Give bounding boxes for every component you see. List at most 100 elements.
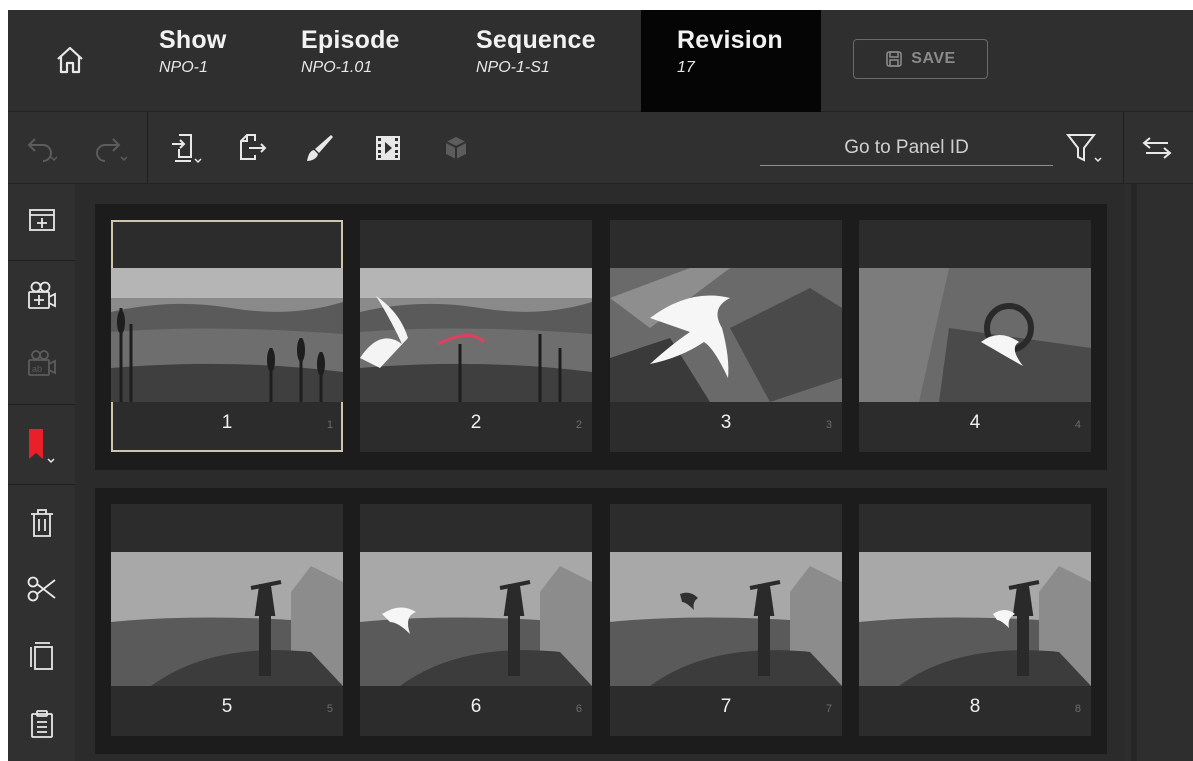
toolbar <box>8 112 1193 184</box>
filter-icon <box>1065 134 1102 163</box>
panel-number: 7 <box>720 696 732 717</box>
home-icon <box>57 46 83 74</box>
undo-button[interactable] <box>22 128 62 168</box>
toolbar-divider <box>147 112 148 184</box>
panel-thumbnail <box>859 552 1091 686</box>
add-panel-button[interactable] <box>8 190 75 250</box>
panel-index: 4 <box>1074 419 1081 431</box>
home-button[interactable] <box>42 32 98 88</box>
breadcrumb-label: Sequence <box>476 26 596 54</box>
sidebar-divider <box>8 404 75 405</box>
breadcrumb-label: Show <box>159 26 227 54</box>
cut-button[interactable] <box>8 559 75 619</box>
cube-icon <box>445 137 467 159</box>
panel-thumbnail <box>859 268 1091 402</box>
filter-button[interactable] <box>1064 128 1104 168</box>
bookmark-icon <box>28 429 55 464</box>
breadcrumb-label: Revision <box>677 26 783 54</box>
panel-header <box>859 504 1091 552</box>
panel-number: 3 <box>720 412 732 433</box>
panel-card[interactable]: 6 6 <box>360 504 592 736</box>
panel-thumbnail <box>360 552 592 686</box>
panel-index: 8 <box>1074 703 1081 715</box>
panel-index: 3 <box>825 419 832 431</box>
scrollbar[interactable] <box>1131 184 1137 761</box>
redo-button[interactable] <box>90 128 130 168</box>
add-camera-icon <box>27 281 56 309</box>
panel-number: 1 <box>221 412 233 433</box>
scissors-icon <box>27 576 56 602</box>
panel-header <box>360 504 592 552</box>
toolbar-divider <box>1123 112 1124 184</box>
breadcrumb-sequence[interactable]: Sequence NPO-1-S1 <box>476 26 596 96</box>
copy-icon <box>29 642 53 670</box>
panel-card[interactable]: 2 2 <box>360 220 592 452</box>
goto-panel-input[interactable] <box>760 130 1053 166</box>
panel-header <box>859 220 1091 268</box>
breadcrumb-value: NPO-1-S1 <box>476 59 550 76</box>
breadcrumb-episode[interactable]: Episode NPO-1.01 <box>301 26 400 96</box>
import-button[interactable] <box>166 128 206 168</box>
top-bar: Show NPO-1 Episode NPO-1.01 Sequence NPO… <box>8 10 1193 112</box>
film-icon <box>376 136 400 160</box>
export-icon <box>240 134 267 160</box>
panel-number: 4 <box>969 412 981 433</box>
svg-text:ab: ab <box>32 364 42 374</box>
camera-label-icon: ab <box>27 350 56 376</box>
trash-icon <box>30 509 53 537</box>
import-icon <box>172 134 202 164</box>
delete-button[interactable] <box>8 493 75 553</box>
breadcrumb-value: NPO-1.01 <box>301 59 373 76</box>
sidebar-divider <box>8 484 75 485</box>
add-panel-icon <box>28 209 55 231</box>
panel-thumbnail <box>610 552 842 686</box>
panel-card[interactable]: 5 5 <box>111 504 343 736</box>
brush-icon <box>307 135 333 161</box>
panel-index: 1 <box>326 419 333 431</box>
storyboard-app: Show NPO-1 Episode NPO-1.01 Sequence NPO… <box>8 10 1193 761</box>
panel-number: 6 <box>470 696 482 717</box>
panel-index: 6 <box>575 703 582 715</box>
panel-thumbnail <box>610 268 842 402</box>
undo-icon <box>27 138 58 162</box>
panel-card[interactable]: 4 4 <box>859 220 1091 452</box>
export-button[interactable] <box>232 128 272 168</box>
panel-card[interactable]: 1 1 <box>111 220 343 452</box>
save-icon <box>886 51 903 67</box>
breadcrumb-value: NPO-1 <box>159 59 208 76</box>
panel-card[interactable]: 8 8 <box>859 504 1091 736</box>
panel-row: 1 1 2 2 3 3 4 4 <box>95 204 1107 470</box>
breadcrumb-revision[interactable]: Revision 17 <box>641 10 821 112</box>
panel-header <box>111 504 343 552</box>
panel-thumbnail <box>111 552 343 686</box>
swap-button[interactable] <box>1137 128 1177 168</box>
draw-button[interactable] <box>300 128 340 168</box>
camera-label-button[interactable]: ab <box>8 334 75 394</box>
left-sidebar: ab <box>8 184 75 761</box>
panel-thumbnail <box>111 268 343 402</box>
panel-header <box>610 220 842 268</box>
panel-number: 2 <box>470 412 482 433</box>
panel-grid: 1 1 2 2 3 3 4 4 5 5 6 6 7 7 8 8 <box>75 184 1125 761</box>
copy-button[interactable] <box>8 626 75 686</box>
breadcrumb-show[interactable]: Show NPO-1 <box>159 26 226 96</box>
bookmark-button[interactable] <box>8 417 75 477</box>
breadcrumb-value: 17 <box>677 59 695 76</box>
paste-button[interactable] <box>8 694 75 754</box>
add-camera-button[interactable] <box>8 266 75 326</box>
panel-index: 2 <box>575 419 582 431</box>
panel-index: 5 <box>326 703 333 715</box>
redo-icon <box>96 138 127 162</box>
animatic-button[interactable] <box>368 128 408 168</box>
3d-button[interactable] <box>436 128 476 168</box>
paste-icon <box>30 710 53 738</box>
panel-number: 5 <box>221 696 233 717</box>
breadcrumb-label: Episode <box>301 26 400 54</box>
panel-number: 8 <box>969 696 981 717</box>
panel-card[interactable]: 7 7 <box>610 504 842 736</box>
right-scroll-region <box>1125 184 1193 761</box>
swap-icon <box>1142 137 1172 159</box>
panel-header <box>360 220 592 268</box>
save-button[interactable]: SAVE <box>853 39 988 79</box>
panel-card[interactable]: 3 3 <box>610 220 842 452</box>
